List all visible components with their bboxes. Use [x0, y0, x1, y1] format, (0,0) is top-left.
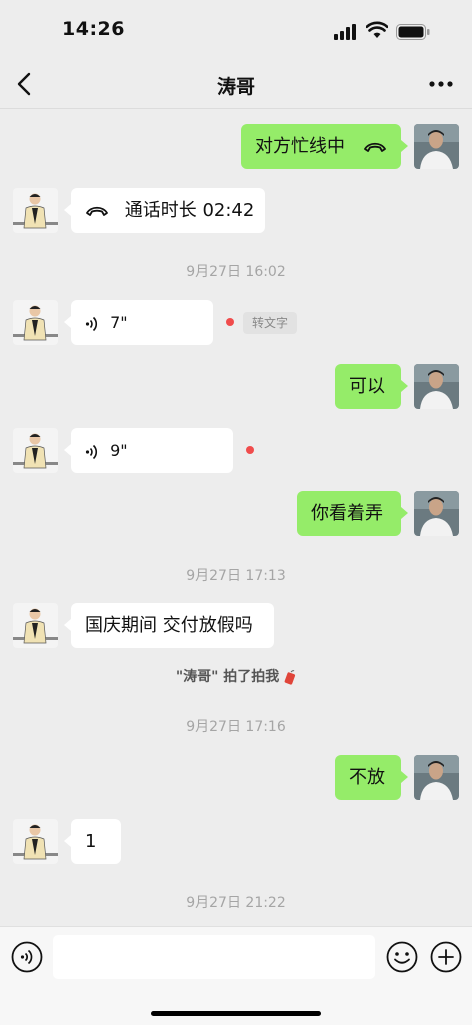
chat-title: 涛哥 [216, 76, 255, 98]
voice-wave-icon [85, 444, 98, 459]
message-bubble[interactable]: 国庆期间 交付放假吗 [71, 603, 274, 648]
voice-duration: 9" [110, 441, 128, 460]
bubble-tail [64, 316, 71, 328]
bubble-tail [401, 771, 408, 783]
message-bubble[interactable]: 对方忙线中 [241, 124, 401, 169]
pat-text: "涛哥" 拍了拍我 [175, 669, 280, 685]
message-text: 1 [85, 831, 97, 852]
bubble-tail [401, 140, 408, 152]
bubble-tail [64, 444, 71, 456]
more-options-icon[interactable] [426, 74, 456, 94]
timestamp: 9月27日 17:16 [186, 719, 286, 735]
bubble-tail [401, 380, 408, 392]
message-bubble[interactable]: 不放 [335, 755, 401, 800]
bubble-tail [64, 204, 71, 216]
message-bubble[interactable]: 通话时长 02:42 [71, 188, 265, 233]
contact-avatar[interactable] [13, 428, 58, 473]
status-time: 14:26 [62, 18, 125, 40]
message-text: 不放 [349, 767, 385, 788]
timestamp: 9月27日 21:22 [186, 895, 286, 911]
contact-avatar[interactable] [13, 300, 58, 345]
voice-input-icon[interactable] [11, 941, 43, 973]
message-bubble[interactable]: 1 [71, 819, 121, 864]
voice-bubble[interactable]: 9" [71, 428, 233, 473]
message-text: 国庆期间 交付放假吗 [85, 615, 253, 636]
phone-hangup-icon [86, 206, 108, 216]
battery-icon [396, 24, 430, 40]
pat-notice: "涛哥" 拍了拍我 [0, 666, 472, 686]
message-text: 对方忙线中 [255, 136, 345, 157]
contact-avatar[interactable] [13, 603, 58, 648]
message-bubble[interactable]: 可以 [335, 364, 401, 409]
status-bar: 14:26 [0, 0, 472, 60]
voice-duration: 7" [110, 313, 128, 332]
voice-bubble[interactable]: 7" [71, 300, 213, 345]
timestamp: 9月27日 17:13 [186, 568, 286, 584]
bubble-tail [64, 835, 71, 847]
input-bar [0, 926, 472, 1025]
emoji-icon[interactable] [386, 941, 418, 973]
unread-dot [246, 446, 254, 454]
chat-header: 涛哥 [0, 60, 472, 109]
contact-avatar[interactable] [13, 188, 58, 233]
unread-dot [226, 318, 234, 326]
transcribe-button[interactable]: 转文字 [243, 312, 298, 334]
firecracker-icon [284, 670, 296, 685]
my-avatar[interactable] [414, 755, 459, 800]
message-bubble[interactable]: 你看着弄 [297, 491, 401, 536]
my-avatar[interactable] [414, 364, 459, 409]
message-text: 通话时长 02:42 [124, 200, 255, 221]
plus-icon[interactable] [430, 941, 462, 973]
bubble-tail [401, 507, 408, 519]
contact-avatar[interactable] [13, 819, 58, 864]
my-avatar[interactable] [414, 491, 459, 536]
message-text: 可以 [349, 376, 385, 397]
cellular-signal-icon [334, 24, 356, 40]
timestamp: 9月27日 16:02 [186, 264, 286, 280]
wifi-icon [366, 21, 388, 38]
message-input[interactable] [53, 935, 375, 979]
bubble-tail [64, 619, 71, 631]
message-text: 你看着弄 [311, 503, 383, 524]
my-avatar[interactable] [414, 124, 459, 169]
home-indicator [151, 1011, 321, 1016]
phone-hangup-icon [363, 142, 386, 152]
voice-wave-icon [85, 316, 98, 331]
